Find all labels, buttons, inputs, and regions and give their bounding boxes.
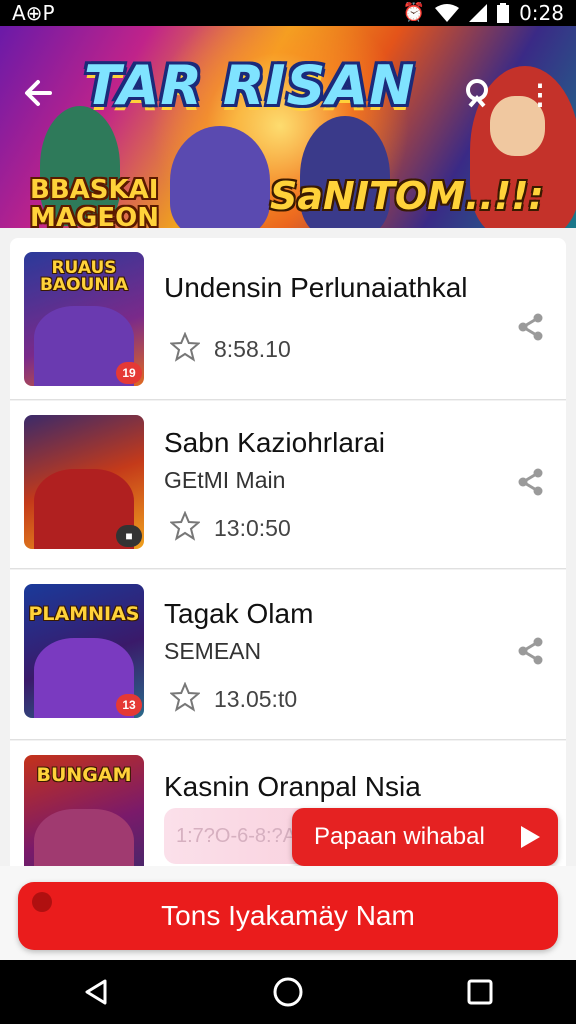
thumbnail-badge: 19 <box>116 362 142 384</box>
signal-icon <box>469 4 488 22</box>
back-button[interactable] <box>20 74 58 112</box>
status-icons: ⏰ 0:28 <box>403 1 564 25</box>
coin-icon <box>32 892 52 912</box>
nav-back-button[interactable] <box>66 962 126 1022</box>
list-item[interactable]: RUAUS BAOUNIA 19 Undensin Perlunaiathkal… <box>10 238 566 400</box>
thumbnail-title: RUAUS BAOUNIA <box>39 258 129 295</box>
primary-action-label: Tons Iyakamäy Nam <box>161 900 415 931</box>
game-title: Kasnin Oranpal Nsia <box>164 771 421 802</box>
game-subtitle: SEMEAN <box>164 638 262 664</box>
game-title: Undensin Perlunaiathkal <box>164 272 468 303</box>
game-time: 13.05:t0 <box>214 686 298 712</box>
list-item[interactable]: PLAMNIAS 13 Tagak Olam SEMEAN 13.05:t0 <box>10 570 566 740</box>
game-thumbnail: BUNGAM <box>24 755 144 868</box>
status-time: 0:28 <box>519 1 564 25</box>
hero-left-line: BBASKAI <box>30 175 159 205</box>
game-list: RUAUS BAOUNIA 19 Undensin Perlunaiathkal… <box>0 228 576 868</box>
more-button[interactable]: ⋮ <box>526 78 554 110</box>
bottom-area: Tons Iyakamäy Nam <box>0 866 576 960</box>
nav-recents-button[interactable] <box>450 962 510 1022</box>
share-icon[interactable] <box>516 467 546 497</box>
thumbnail-title: BUNGAM <box>36 764 132 786</box>
play-button[interactable]: Papaan wihabal <box>292 808 558 866</box>
game-title: Sabn Kaziohrlarai <box>164 427 386 458</box>
list-item[interactable]: ■ Sabn Kaziohrlarai GEtMI Main 13:0:50 <box>10 401 566 569</box>
hero-left-line: MAGEON <box>30 203 159 228</box>
game-title: Tagak Olam <box>164 598 314 629</box>
hero-right-text: SaNITOM..!!: <box>270 174 544 218</box>
game-time: 13:0:50 <box>214 515 291 541</box>
search-icon <box>466 79 488 108</box>
navigation-bar <box>0 960 576 1024</box>
play-button-label: Papaan wihabal <box>314 823 485 850</box>
star-icon[interactable] <box>170 511 200 541</box>
hero-title: TAR RISAN <box>84 54 416 117</box>
game-time: 8:58.10 <box>214 336 291 362</box>
alarm-icon: ⏰ <box>402 2 426 23</box>
primary-action-button[interactable]: Tons Iyakamäy Nam <box>18 882 558 950</box>
recents-square-icon <box>467 979 493 1005</box>
home-circle-icon <box>273 977 303 1007</box>
thumbnail-art <box>34 809 134 868</box>
game-thumbnail: PLAMNIAS 13 <box>24 584 144 718</box>
star-icon[interactable] <box>170 682 200 712</box>
game-thumbnail: ■ <box>24 415 144 549</box>
star-icon[interactable] <box>170 332 200 362</box>
status-bar: A⊕P ⏰ 0:28 <box>0 0 576 26</box>
nav-home-button[interactable] <box>258 962 318 1022</box>
thumbnail-title: PLAMNIAS <box>28 603 140 625</box>
arrow-left-icon <box>25 80 52 106</box>
wifi-icon <box>435 4 460 22</box>
play-icon <box>521 826 540 848</box>
status-left-text: A⊕P <box>12 1 55 25</box>
game-subtitle: GEtMI Main <box>164 467 286 493</box>
thumbnail-badge: 13 <box>116 694 142 716</box>
game-thumbnail: RUAUS BAOUNIA 19 <box>24 252 144 386</box>
share-icon[interactable] <box>516 636 546 666</box>
hero-character <box>170 126 270 228</box>
share-icon[interactable] <box>516 312 546 342</box>
back-triangle-icon <box>85 979 107 1005</box>
battery-icon <box>497 3 510 23</box>
hero-left-text: BBASKAI MAGEON <box>30 176 159 228</box>
hero-banner: TAR RISAN BBASKAI MAGEON SaNITOM..!!: ⋮ <box>0 26 576 228</box>
thumbnail-badge: ■ <box>116 525 142 547</box>
more-icon: ⋮ <box>526 79 554 110</box>
search-button[interactable] <box>462 76 496 110</box>
